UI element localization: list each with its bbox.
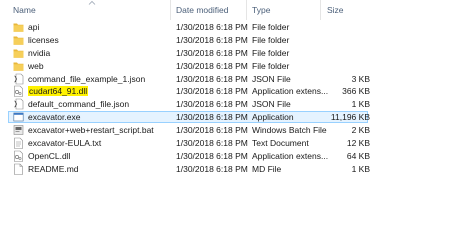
file-name: README.md — [28, 163, 79, 174]
file-type: Application extens... — [252, 86, 329, 97]
file-date-modified: 1/30/2018 6:18 PM — [176, 150, 248, 161]
file-type: File folder — [252, 60, 290, 71]
sort-ascending-icon — [88, 0, 96, 5]
column-header-date-modified[interactable]: Date modified — [176, 5, 228, 15]
file-date-modified: 1/30/2018 6:18 PM — [176, 34, 248, 45]
folder-icon — [13, 21, 24, 33]
exe-file-icon — [13, 111, 24, 123]
file-size: 12 KB — [346, 138, 370, 149]
file-explorer: Name Date modified Type Size api 1/30/201… — [0, 0, 474, 249]
file-row[interactable]: excavator.exe 1/30/2018 6:18 PM Applicatio… — [0, 111, 474, 124]
highlighted-file-name: cudart64_91.dll — [28, 86, 89, 97]
json-file-icon — [13, 98, 24, 110]
file-date-modified: 1/30/2018 6:18 PM — [176, 22, 248, 32]
file-type: File folder — [252, 34, 290, 45]
file-date-modified: 1/30/2018 6:18 PM — [176, 47, 248, 58]
file-name: excavator-EULA.txt — [28, 138, 102, 149]
dll-file-icon — [13, 150, 24, 162]
file-row[interactable]: excavator-EULA.txt 1/30/2018 6:18 PM Text … — [0, 137, 474, 150]
file-row[interactable]: licenses 1/30/2018 6:18 PM File folder — [0, 34, 474, 47]
file-row[interactable]: cudart64_91.dll 1/30/2018 6:18 PM Applicat… — [0, 85, 474, 98]
file-name: licenses — [28, 34, 59, 45]
json-file-icon — [13, 73, 24, 85]
file-date-modified: 1/30/2018 6:18 PM — [176, 163, 248, 174]
file-date-modified: 1/30/2018 6:18 PM — [176, 86, 248, 97]
file-size: 1 KB — [351, 163, 370, 174]
file-name: api — [28, 22, 40, 32]
file-date-modified: 1/30/2018 6:18 PM — [176, 60, 248, 71]
file-date-modified: 1/30/2018 6:18 PM — [176, 99, 248, 110]
file-date-modified: 1/30/2018 6:18 PM — [176, 73, 248, 84]
file-row[interactable]: api 1/30/2018 6:18 PM File folder — [0, 21, 474, 34]
file-list: api 1/30/2018 6:18 PM File folder licenses 1… — [0, 21, 474, 176]
file-type: JSON File — [252, 73, 291, 84]
file-name: excavator+web+restart_script.bat — [28, 125, 154, 136]
file-row[interactable]: command_file_example_1.json 1/30/2018 6:1… — [0, 73, 474, 86]
file-name: cudart64_91.dll — [28, 86, 89, 97]
file-size: 11,196 KB — [330, 112, 370, 123]
file-row[interactable]: OpenCL.dll 1/30/2018 6:18 PM Application e… — [0, 150, 474, 163]
file-size: 64 KB — [346, 150, 370, 161]
file-name: web — [28, 60, 44, 71]
column-header-bar: Name Date modified Type Size — [0, 0, 474, 20]
folder-icon — [13, 34, 24, 46]
file-row[interactable]: excavator+web+restart_script.bat 1/30/201… — [0, 124, 474, 137]
file-date-modified: 1/30/2018 6:18 PM — [176, 112, 248, 123]
file-size: 3 KB — [351, 73, 370, 84]
file-name: command_file_example_1.json — [28, 73, 146, 84]
file-size: 2 KB — [351, 125, 370, 136]
file-name: default_command_file.json — [28, 99, 130, 110]
column-divider[interactable] — [170, 0, 171, 20]
dll-file-icon — [13, 85, 24, 98]
column-divider[interactable] — [320, 0, 321, 20]
file-type: Application extens... — [252, 150, 329, 161]
md-file-icon — [13, 163, 24, 175]
file-row[interactable]: web 1/30/2018 6:18 PM File folder — [0, 60, 474, 73]
bat-file-icon — [13, 124, 24, 136]
txt-file-icon — [13, 137, 24, 149]
file-row[interactable]: nvidia 1/30/2018 6:18 PM File folder — [0, 47, 474, 60]
folder-icon — [13, 47, 24, 59]
folder-icon — [13, 60, 24, 72]
file-row[interactable]: README.md 1/30/2018 6:18 PM MD File 1 KB — [0, 163, 474, 176]
file-name: OpenCL.dll — [28, 150, 71, 161]
column-header-type[interactable]: Type — [252, 5, 270, 15]
file-name: excavator.exe — [28, 112, 81, 123]
column-divider[interactable] — [246, 0, 247, 20]
file-date-modified: 1/30/2018 6:18 PM — [176, 138, 248, 149]
file-name: nvidia — [28, 47, 51, 58]
file-size: 366 KB — [342, 86, 370, 97]
file-type: Windows Batch File — [252, 125, 327, 136]
column-header-size[interactable]: Size — [327, 5, 344, 15]
file-type: JSON File — [252, 99, 291, 110]
file-row[interactable]: default_command_file.json 1/30/2018 6:18 … — [0, 98, 474, 111]
file-type: Application — [252, 112, 294, 123]
file-type: Text Document — [252, 138, 309, 149]
file-type: File folder — [252, 22, 290, 32]
file-size: 1 KB — [351, 99, 370, 110]
file-date-modified: 1/30/2018 6:18 PM — [176, 125, 248, 136]
file-type: MD File — [252, 163, 282, 174]
file-type: File folder — [252, 47, 290, 58]
column-header-name[interactable]: Name — [13, 5, 36, 15]
